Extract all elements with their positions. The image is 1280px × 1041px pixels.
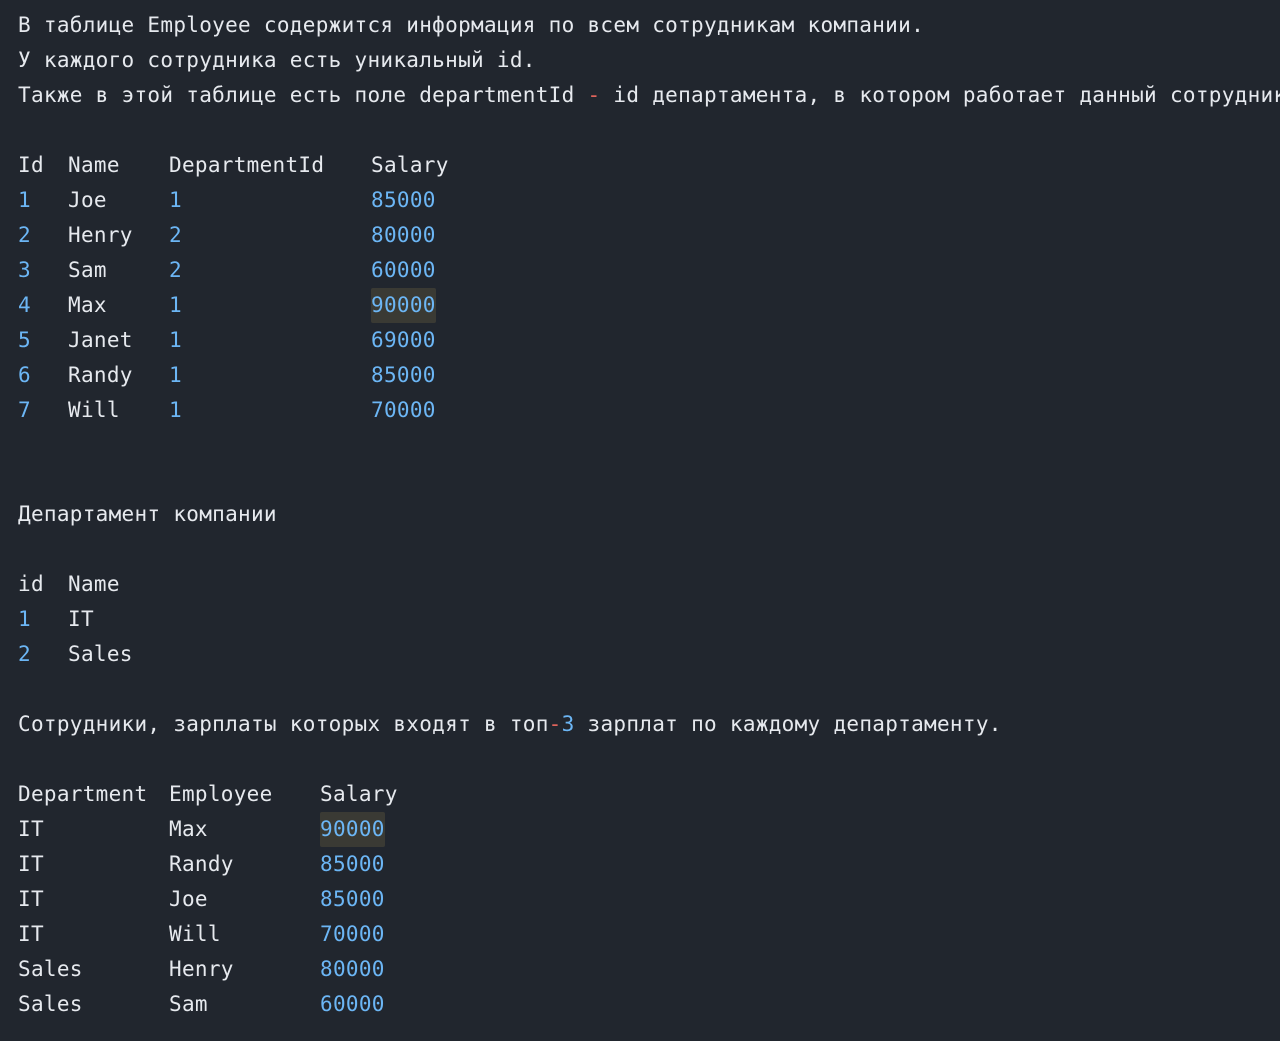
result-row: IT Joe 85000 — [18, 882, 384, 917]
employee-department-id: 1 — [169, 328, 182, 352]
column-header-salary: Salary — [320, 782, 398, 806]
employee-name: Randy — [68, 363, 133, 387]
result-employee: Randy — [169, 852, 234, 876]
column-header-name: Name — [68, 572, 120, 596]
column-header-salary: Salary — [371, 153, 449, 177]
employee-department-id: 2 — [169, 223, 182, 247]
department-row: 1 IT — [18, 602, 94, 637]
intro-line-2: У каждого сотрудника есть уникальный id. — [18, 48, 536, 72]
result-row: IT Randy 85000 — [18, 847, 384, 882]
result-row: IT Will 70000 — [18, 917, 384, 952]
top-number: 3 — [561, 712, 575, 736]
employee-row: 1 Joe 1 85000 — [18, 183, 435, 218]
result-employee: Will — [169, 922, 221, 946]
intro-line-3-text: Также в этой таблице есть поле departmen… — [18, 83, 588, 107]
employee-salary: 85000 — [371, 363, 436, 387]
result-intro-text-end: зарплат по каждому департаменту. — [574, 712, 1002, 736]
result-table-header: Department Employee Salary — [18, 777, 397, 812]
employee-row: 2 Henry 2 80000 — [18, 218, 435, 253]
department-name: IT — [68, 607, 94, 631]
result-salary: 85000 — [320, 887, 385, 911]
department-id: 2 — [18, 642, 31, 666]
employee-name: Will — [68, 398, 120, 422]
result-row: Sales Sam 60000 — [18, 987, 384, 1022]
employee-salary-highlighted: 90000 — [371, 288, 436, 323]
result-department: IT — [18, 817, 44, 841]
employee-salary: 69000 — [371, 328, 436, 352]
employee-department-id: 1 — [169, 188, 182, 212]
intro-line-3-text-end: id департамента, в котором работает данн… — [600, 83, 1280, 107]
column-header-employee: Employee — [169, 782, 273, 806]
employee-department-id: 1 — [169, 398, 182, 422]
employee-name: Sam — [68, 258, 107, 282]
result-intro: Сотрудники, зарплаты которых входят в то… — [18, 707, 1002, 742]
department-row: 2 Sales — [18, 637, 132, 672]
employee-id: 1 — [18, 188, 31, 212]
employee-salary: 80000 — [371, 223, 436, 247]
result-employee: Henry — [169, 957, 234, 981]
result-department: IT — [18, 852, 44, 876]
result-employee: Joe — [169, 887, 208, 911]
employee-salary: 70000 — [371, 398, 436, 422]
employee-name: Joe — [68, 188, 107, 212]
result-department: Sales — [18, 957, 83, 981]
department-id: 1 — [18, 607, 31, 631]
result-salary: 85000 — [320, 852, 385, 876]
result-employee: Max — [169, 817, 208, 841]
column-header-department: Department — [18, 782, 148, 806]
result-department: IT — [18, 922, 44, 946]
employee-row: 5 Janet 1 69000 — [18, 323, 435, 358]
employee-id: 3 — [18, 258, 31, 282]
employee-row: 3 Sam 2 60000 — [18, 253, 435, 288]
employee-id: 5 — [18, 328, 31, 352]
department-title: Департамент компании — [18, 502, 277, 526]
result-department: IT — [18, 887, 44, 911]
employee-department-id: 1 — [169, 293, 182, 317]
result-intro-text: Сотрудники, зарплаты которых входят в то… — [18, 712, 549, 736]
result-employee: Sam — [169, 992, 208, 1016]
code-block: В таблице Employee содержится информация… — [0, 0, 1280, 1041]
column-header-department-id: DepartmentId — [169, 153, 325, 177]
department-table-header: id Name — [18, 567, 119, 602]
employee-row: 7 Will 1 70000 — [18, 393, 435, 428]
department-name: Sales — [68, 642, 133, 666]
column-header-id: Id — [18, 153, 44, 177]
intro-line-1: В таблице Employee содержится информация… — [18, 13, 925, 37]
result-row: IT Max 90000 — [18, 812, 385, 847]
dash-operator: - — [587, 83, 601, 107]
column-header-id: id — [18, 572, 44, 596]
employee-row: 4 Max 1 90000 — [18, 288, 436, 323]
employee-row: 6 Randy 1 85000 — [18, 358, 435, 393]
column-header-name: Name — [68, 153, 120, 177]
employee-id: 2 — [18, 223, 31, 247]
employee-id: 7 — [18, 398, 31, 422]
employee-name: Henry — [68, 223, 133, 247]
employee-salary: 60000 — [371, 258, 436, 282]
employee-salary: 85000 — [371, 188, 436, 212]
employee-name: Max — [68, 293, 107, 317]
result-salary: 60000 — [320, 992, 385, 1016]
employee-table-header: Id Name DepartmentId Salary — [18, 148, 448, 183]
employee-department-id: 1 — [169, 363, 182, 387]
result-salary-highlighted: 90000 — [320, 812, 385, 847]
result-department: Sales — [18, 992, 83, 1016]
employee-id: 4 — [18, 293, 31, 317]
employee-id: 6 — [18, 363, 31, 387]
dash-operator: - — [548, 712, 562, 736]
result-salary: 80000 — [320, 957, 385, 981]
result-row: Sales Henry 80000 — [18, 952, 384, 987]
employee-name: Janet — [68, 328, 133, 352]
intro-line-3: Также в этой таблице есть поле departmen… — [18, 78, 1280, 113]
employee-department-id: 2 — [169, 258, 182, 282]
result-salary: 70000 — [320, 922, 385, 946]
